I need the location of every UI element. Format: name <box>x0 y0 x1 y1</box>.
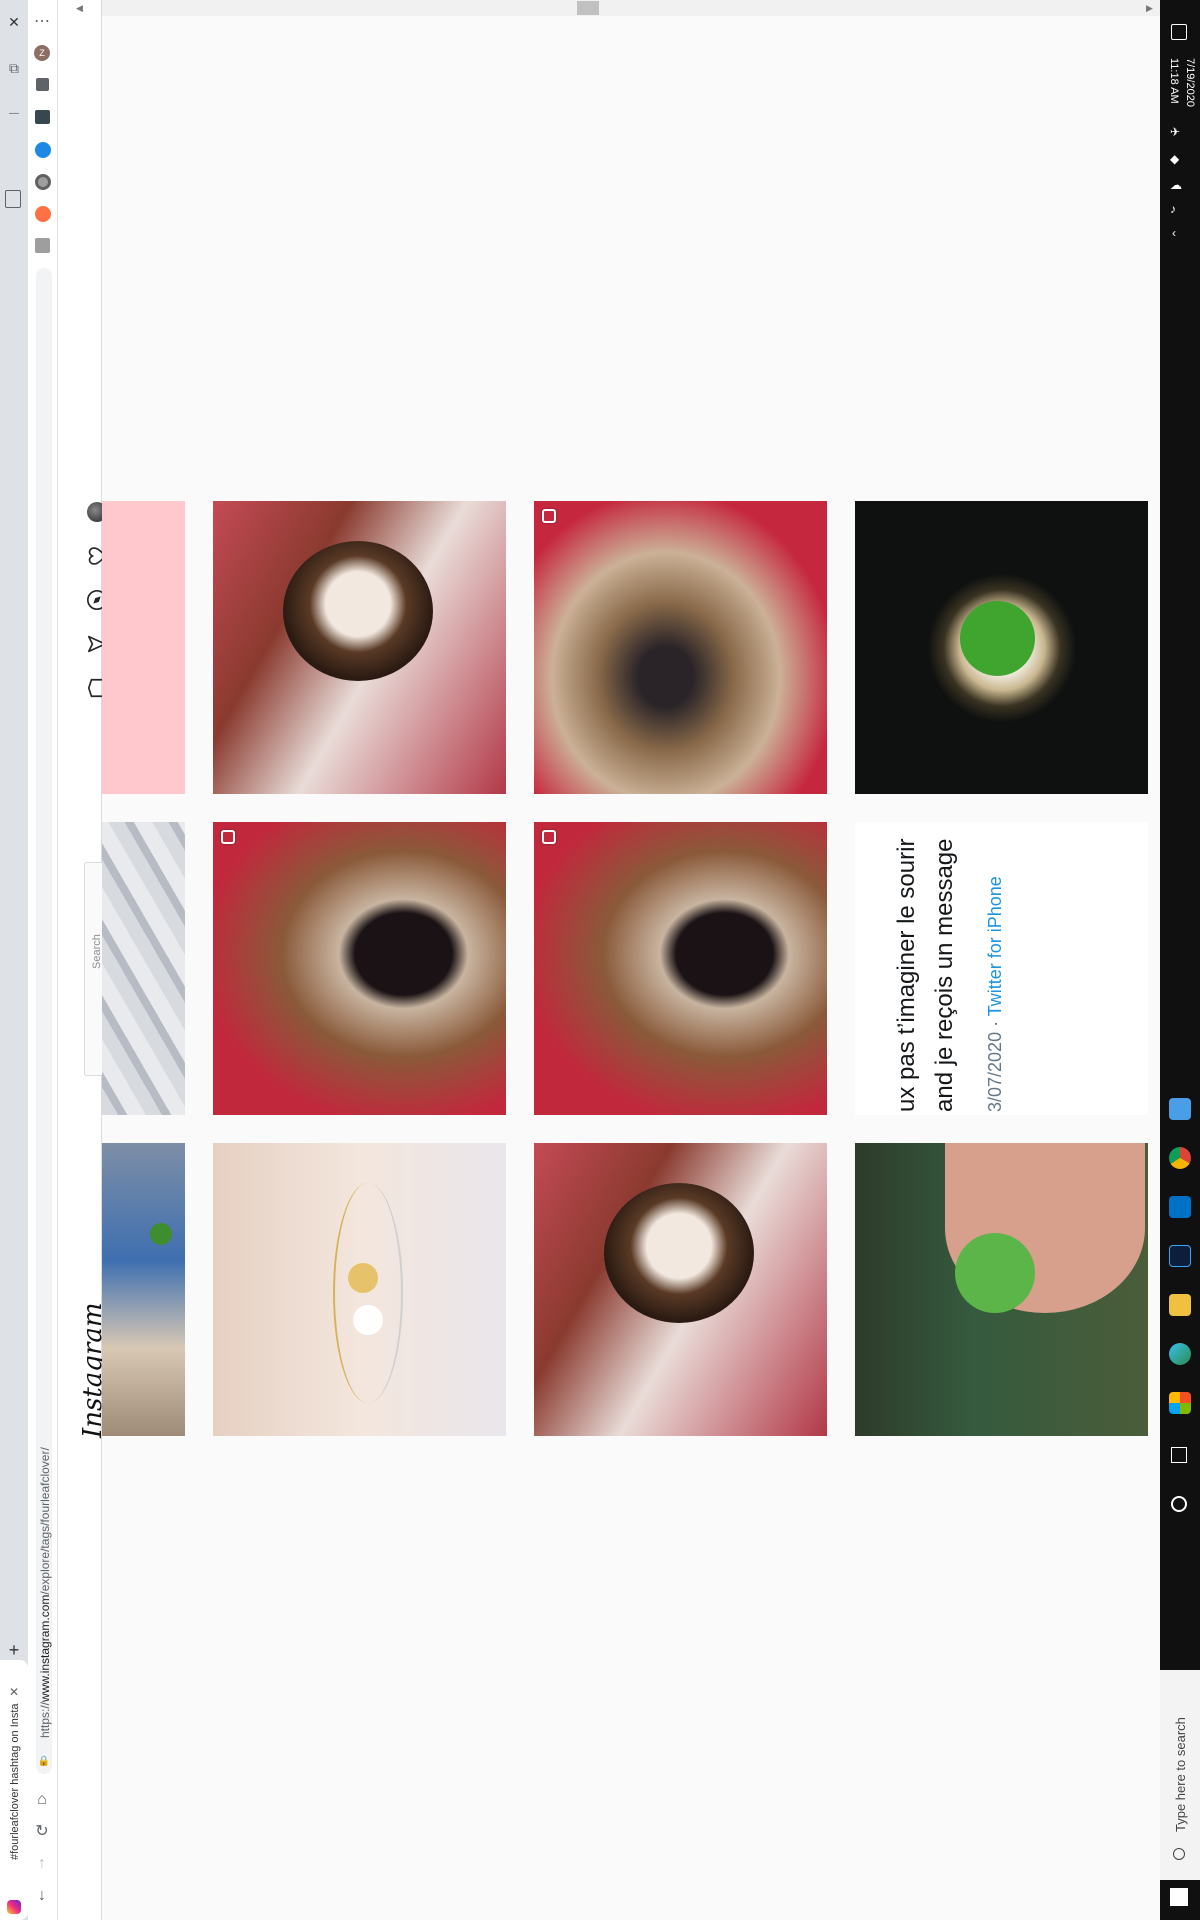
gold-clover-charm <box>348 1263 378 1293</box>
multiple-photos-icon <box>542 830 556 844</box>
taskbar-search-placeholder: Type here to search <box>1173 1717 1188 1832</box>
dropbox-icon[interactable]: ◆ <box>1170 152 1179 166</box>
grid-post-bracelet[interactable] <box>213 1143 506 1436</box>
horizontal-scrollbar[interactable]: ◀ ▶ <box>76 0 1160 16</box>
window-restore-icon[interactable]: ⧉ <box>4 58 24 78</box>
window-minimize-button[interactable]: — <box>4 104 24 124</box>
grid-post-corgi-back[interactable] <box>534 501 827 794</box>
grid-post-child-clover[interactable] <box>102 1143 185 1436</box>
bracelet-chain-shape <box>333 1183 403 1403</box>
url-host: www.instagram.com <box>38 1594 52 1702</box>
grid-post-corgi-2[interactable] <box>534 1143 827 1436</box>
tweet-source: Twitter for iPhone <box>985 876 1005 1017</box>
multiple-photos-icon <box>221 830 235 844</box>
extensions-puzzle-icon[interactable] <box>36 78 49 91</box>
volume-icon[interactable]: ♪ <box>1170 202 1176 216</box>
grid-post-tweet[interactable]: ux pas t’imaginer le sourir and je reçoi… <box>855 822 1148 1115</box>
clover-leaf-icon <box>960 601 1035 676</box>
taskbar-search-box[interactable]: Type here to search <box>1160 1670 1200 1880</box>
taskbar-store-icon[interactable] <box>1169 1392 1191 1414</box>
browser-tab-active[interactable]: #fourleafclover hashtag on Insta ✕ <box>0 1660 28 1920</box>
tweet-line-1: ux pas t’imaginer le sourir <box>893 838 920 1112</box>
window-close-button[interactable]: ✕ <box>4 12 24 32</box>
notifications-icon[interactable] <box>1171 24 1187 40</box>
task-view-icon[interactable] <box>1171 1447 1187 1463</box>
corgi-face-shape <box>283 541 433 681</box>
back-icon[interactable]: ↓ <box>32 1886 52 1906</box>
menu-dots-icon[interactable]: ⋯ <box>32 12 52 32</box>
extension-icon-2[interactable] <box>35 142 51 158</box>
new-tab-button[interactable]: + <box>4 1640 24 1660</box>
network-icon[interactable]: ✈ <box>1170 125 1180 139</box>
scroll-right-arrow[interactable]: ▶ <box>1146 3 1153 14</box>
grid-post-pink[interactable] <box>102 501 185 794</box>
corgi-face-shape <box>604 1183 754 1323</box>
tab-title: #fourleafclover hashtag on Insta <box>9 1703 21 1860</box>
extension-icon-4[interactable] <box>35 206 51 222</box>
taskbar-photoshop-icon[interactable] <box>1169 1245 1191 1267</box>
reload-icon[interactable]: ↻ <box>32 1822 52 1842</box>
taskbar-outlook-icon[interactable] <box>1169 1196 1191 1218</box>
taskbar-chrome-icon[interactable] <box>1169 1147 1191 1169</box>
grid-post-corgi-1[interactable] <box>213 501 506 794</box>
lock-icon: 🔒 <box>37 1756 51 1767</box>
windows-taskbar <box>1160 0 1200 1920</box>
url-path: /explore/tags/fourleafclover/ <box>38 1447 52 1595</box>
clover-leaf-icon <box>955 1233 1035 1313</box>
grid-post-corgi-nose-2[interactable] <box>534 822 827 1115</box>
onedrive-icon[interactable]: ☁ <box>1170 178 1182 192</box>
taskbar-file-explorer-icon[interactable] <box>1169 1294 1191 1316</box>
extension-icon-5[interactable] <box>35 238 50 253</box>
forward-icon[interactable]: ↑ <box>32 1854 52 1874</box>
extension-icon-3[interactable] <box>35 174 51 190</box>
instagram-favicon-icon <box>7 1900 21 1914</box>
taskbar-search-icon <box>1173 1848 1185 1860</box>
clock-time[interactable]: 11:18 AM <box>1168 58 1180 104</box>
clock-date[interactable]: 7/19/2020 <box>1184 58 1196 107</box>
clover-leaf-icon <box>150 1223 172 1245</box>
tweet-meta: 3/07/2020 · Twitter for iPhone <box>985 876 1006 1112</box>
grid-post-corgi-nose-1[interactable] <box>213 822 506 1115</box>
scroll-thumb[interactable] <box>577 1 599 15</box>
taskbar-settings-icon[interactable] <box>1169 1098 1191 1120</box>
tab-strip <box>0 0 28 1920</box>
tray-expand-icon[interactable]: ‹ <box>1172 226 1176 240</box>
tab-close-icon[interactable]: ✕ <box>4 1682 24 1702</box>
tweet-line-2: and je reçois un message <box>931 838 958 1113</box>
grid-post-clover-glass[interactable] <box>855 501 1148 794</box>
silver-clover-charm <box>353 1305 383 1335</box>
url-text: https://www.instagram.com/explore/tags/f… <box>38 1447 52 1738</box>
url-prefix: https:// <box>38 1701 52 1738</box>
tab-layout-icon[interactable] <box>5 190 21 208</box>
taskbar-edge-icon[interactable] <box>1169 1343 1191 1365</box>
multiple-photos-icon <box>542 509 556 523</box>
profile-avatar[interactable]: Z <box>34 45 50 61</box>
grid-post-clover-fingers[interactable] <box>855 1143 1148 1436</box>
windows-start-icon[interactable] <box>1170 1888 1188 1906</box>
cortana-circle-icon[interactable] <box>1171 1496 1187 1512</box>
home-icon[interactable]: ⌂ <box>32 1790 52 1810</box>
extension-icon-1[interactable] <box>35 110 50 124</box>
grid-post-snow[interactable] <box>102 822 185 1115</box>
scroll-left-arrow[interactable]: ◀ <box>76 3 83 14</box>
tweet-date: 3/07/2020 · <box>985 1016 1005 1112</box>
